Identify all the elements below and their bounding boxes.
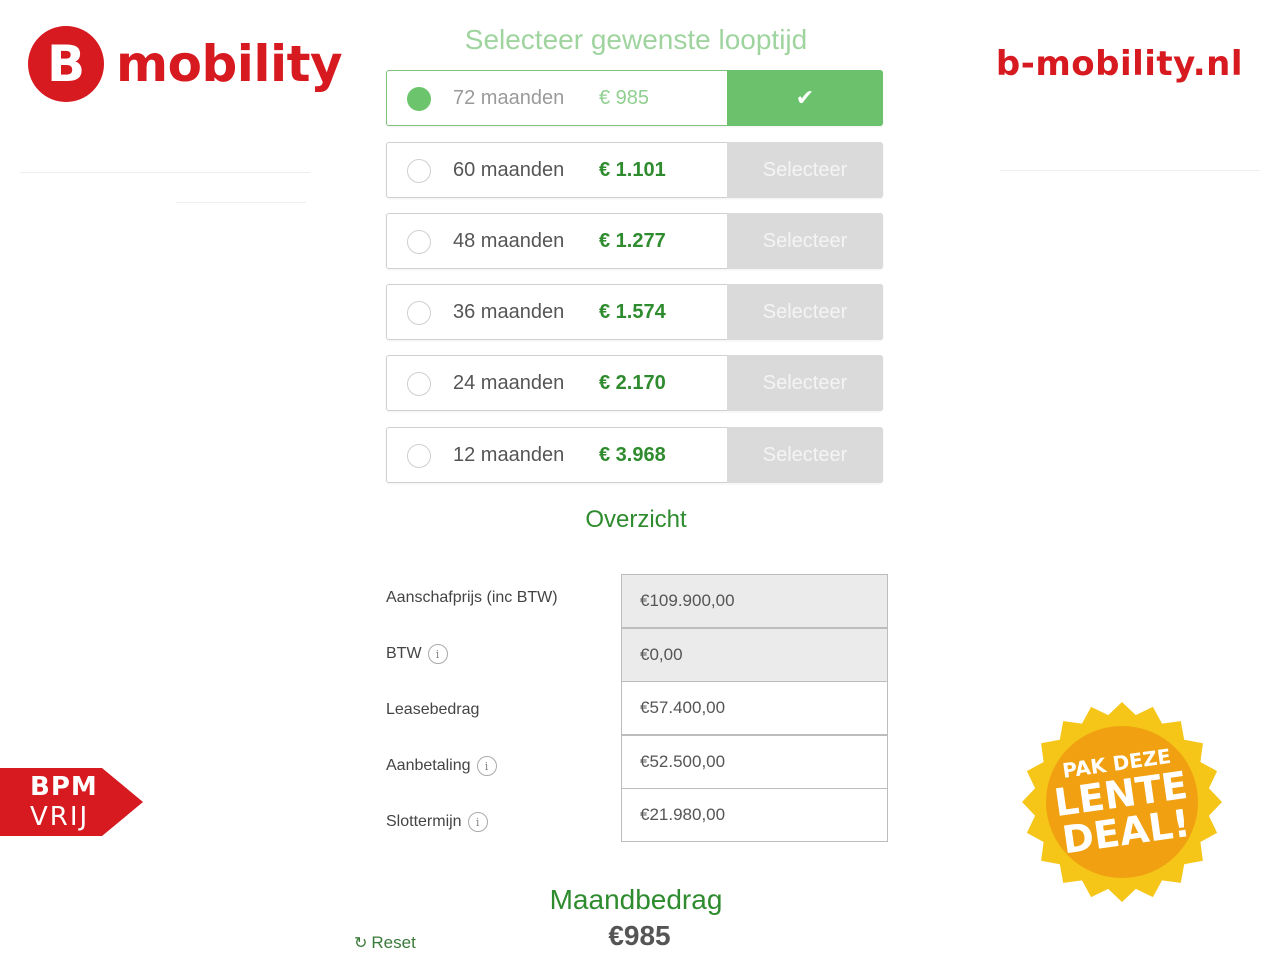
radio-button[interactable] (407, 159, 431, 183)
divider (176, 202, 306, 203)
selected-check-button[interactable]: ✔ (727, 70, 883, 126)
deal-text: PAK DEZE LENTE DEAL! (1007, 687, 1237, 917)
spring-deal-badge[interactable]: PAK DEZE LENTE DEAL! (1020, 700, 1224, 904)
radio-button[interactable] (407, 87, 431, 111)
reset-label: Reset (371, 933, 416, 952)
term-months: 12 maanden (453, 443, 565, 466)
overview-label-down-payment: Aanbetaling i (386, 756, 497, 776)
info-icon[interactable]: i (467, 812, 488, 832)
select-button[interactable]: Selecteer (727, 355, 883, 411)
lease-amount-field[interactable]: €57.400,00 (621, 681, 888, 735)
label-text: Aanschafprijs (inc BTW) (386, 589, 558, 606)
radio-button[interactable] (407, 301, 431, 325)
term-price: € 1.101 (599, 158, 666, 181)
overview-label-lease-amount: Leasebedrag (386, 701, 479, 719)
term-months: 36 maanden (453, 300, 565, 323)
term-months: 24 maanden (453, 371, 565, 394)
term-price: € 1.277 (599, 229, 666, 252)
term-months: 48 maanden (453, 229, 565, 252)
term-option-60[interactable]: 60 maanden € 1.101 Selecteer (386, 142, 883, 198)
overview-title: Overzicht (585, 506, 687, 533)
term-price: € 2.170 (599, 371, 666, 394)
radio-button[interactable] (407, 444, 431, 468)
purchase-price-field: €109.900,00 (621, 574, 888, 628)
term-months: 72 maanden (453, 86, 565, 109)
bpm-label: BPM (30, 772, 98, 802)
radio-button[interactable] (407, 230, 431, 254)
logo-wordmark: mobility (116, 35, 343, 93)
down-payment-field[interactable]: €52.500,00 (621, 735, 888, 789)
brand-logo[interactable]: B mobility (28, 26, 343, 102)
term-months: 60 maanden (453, 158, 565, 181)
site-url[interactable]: b-mobility.nl (996, 44, 1243, 84)
label-text: Slottermijn (386, 813, 462, 830)
term-price: € 985 (599, 86, 650, 109)
logo-mark: B (28, 26, 104, 102)
overview-label-vat: BTW i (386, 644, 448, 664)
term-price: € 1.574 (599, 300, 666, 323)
selector-title: Selecteer gewenste looptijd (464, 24, 808, 55)
select-button[interactable]: Selecteer (727, 284, 883, 340)
info-icon[interactable]: i (476, 756, 497, 776)
refresh-icon: ↻ (354, 935, 368, 952)
vat-field: €0,00 (621, 628, 888, 682)
bpm-free-badge: BPM VRIJ (0, 768, 143, 836)
overview-label-final-term: Slottermijn i (386, 812, 488, 832)
divider (1000, 170, 1260, 171)
monthly-amount-title: Maandbedrag (549, 884, 723, 915)
select-button[interactable]: Selecteer (727, 427, 883, 483)
bpm-free-label: VRIJ (30, 802, 90, 832)
label-text: Aanbetaling (386, 757, 471, 774)
term-option-12[interactable]: 12 maanden € 3.968 Selecteer (386, 427, 883, 483)
label-text: Leasebedrag (386, 701, 480, 718)
select-button[interactable]: Selecteer (727, 142, 883, 198)
term-option-72[interactable]: 72 maanden € 985 ✔ (386, 70, 883, 126)
term-option-24[interactable]: 24 maanden € 2.170 Selecteer (386, 355, 883, 411)
info-icon[interactable]: i (427, 644, 448, 664)
reset-link[interactable]: ↻ Reset (354, 933, 416, 953)
divider (20, 172, 310, 173)
label-text: BTW (386, 645, 422, 662)
term-option-36[interactable]: 36 maanden € 1.574 Selecteer (386, 284, 883, 340)
overview-label-purchase-price: Aanschafprijs (inc BTW) (386, 589, 558, 607)
select-button[interactable]: Selecteer (727, 213, 883, 269)
radio-button[interactable] (407, 372, 431, 396)
monthly-amount-value: €985 (608, 920, 671, 951)
final-term-field[interactable]: €21.980,00 (621, 788, 888, 842)
term-price: € 3.968 (599, 443, 666, 466)
term-option-48[interactable]: 48 maanden € 1.277 Selecteer (386, 213, 883, 269)
